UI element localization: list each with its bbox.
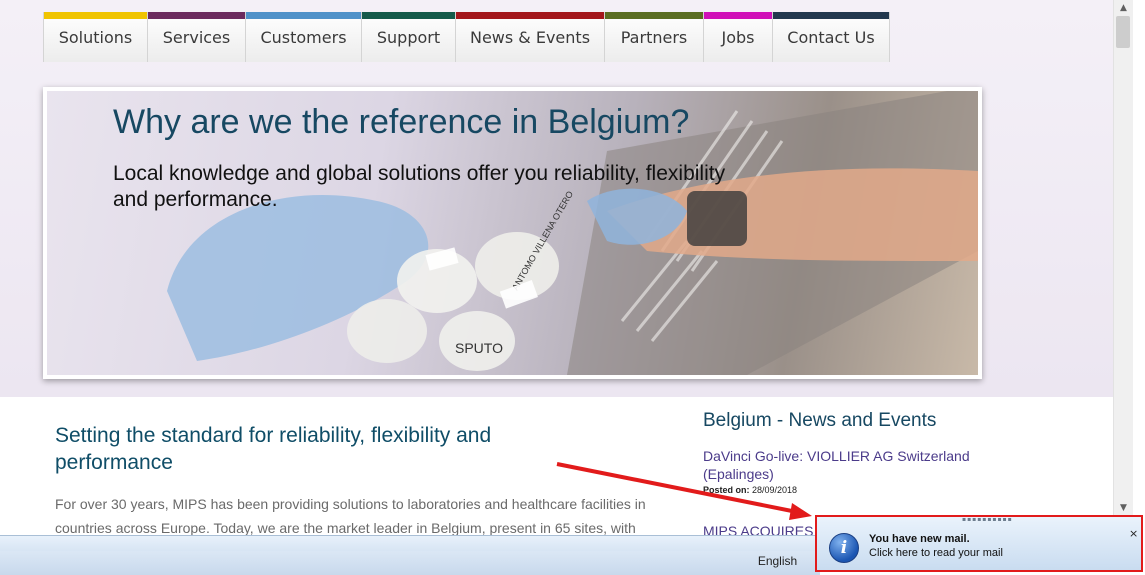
nav-label: Customers (260, 27, 347, 47)
tube-label-sputo: SPUTO (455, 340, 503, 356)
nav-color-bar (246, 12, 361, 19)
language-indicator[interactable]: English (740, 551, 815, 571)
nav-label: Partners (620, 27, 688, 47)
nav-color-bar (44, 12, 147, 19)
nav-color-bar (773, 12, 889, 19)
posted-date: 28/09/2018 (752, 485, 798, 495)
nav-label: Support (376, 27, 441, 47)
news-section-title: Belgium - News and Events (703, 410, 937, 431)
hero-subtitle: Local knowledge and global solutions off… (113, 162, 726, 211)
grip-handle: ▪▪▪▪▪▪▪▪▪▪ (962, 516, 1013, 523)
hero-title: Why are we the reference in Belgium? (113, 103, 690, 141)
main-nav: Solutions Services Customers Support New… (43, 12, 890, 62)
scroll-up-arrow-icon[interactable]: ▲ (1114, 0, 1133, 16)
nav-color-bar (704, 12, 772, 19)
nav-color-bar (148, 12, 245, 19)
scroll-thumb[interactable] (1116, 16, 1130, 48)
nav-jobs[interactable]: Jobs (703, 12, 772, 62)
nav-partners[interactable]: Partners (604, 12, 703, 62)
nav-color-bar (456, 12, 604, 19)
nav-solutions[interactable]: Solutions (43, 12, 147, 62)
vertical-scrollbar[interactable]: ▲ ▼ (1113, 0, 1133, 518)
nav-contact-us[interactable]: Contact Us (772, 12, 890, 62)
nav-label: Solutions (58, 27, 133, 47)
nav-label: News & Events (469, 27, 591, 47)
scroll-down-arrow-icon[interactable]: ▼ (1114, 500, 1133, 516)
hero-image: SPUTO ANTOMO VILLENA OTERO Why are we th… (47, 91, 978, 375)
nav-label: Contact Us (787, 27, 875, 47)
nav-news-events[interactable]: News & Events (455, 12, 604, 62)
close-icon[interactable]: × (1129, 527, 1138, 540)
status-bar-upper (0, 535, 820, 552)
news-posted-date: Posted on: 28/09/2018 (703, 485, 797, 495)
nav-customers[interactable]: Customers (245, 12, 361, 62)
news-item-link[interactable]: DaVinci Go-live: VIOLLIER AG Switzerland… (703, 447, 1003, 483)
nav-color-bar (362, 12, 455, 19)
nav-label: Services (162, 27, 231, 47)
hero-banner: SPUTO ANTOMO VILLENA OTERO Why are we th… (43, 87, 982, 379)
nav-label: Jobs (721, 27, 755, 47)
content-body: For over 30 years, MIPS has been providi… (55, 496, 646, 536)
posted-label: Posted on: (703, 485, 750, 495)
nav-support[interactable]: Support (361, 12, 455, 62)
nav-color-bar (605, 12, 703, 19)
content-heading: Setting the standard for reliability, fl… (55, 424, 492, 474)
status-bar (0, 551, 820, 575)
notification-subtitle: Click here to read your mail (869, 547, 1003, 559)
new-mail-notification[interactable]: ▪▪▪▪▪▪▪▪▪▪ i You have new mail. Click he… (815, 515, 1143, 572)
info-icon: i (829, 533, 859, 563)
nav-services[interactable]: Services (147, 12, 245, 62)
notification-title: You have new mail. (869, 533, 970, 545)
